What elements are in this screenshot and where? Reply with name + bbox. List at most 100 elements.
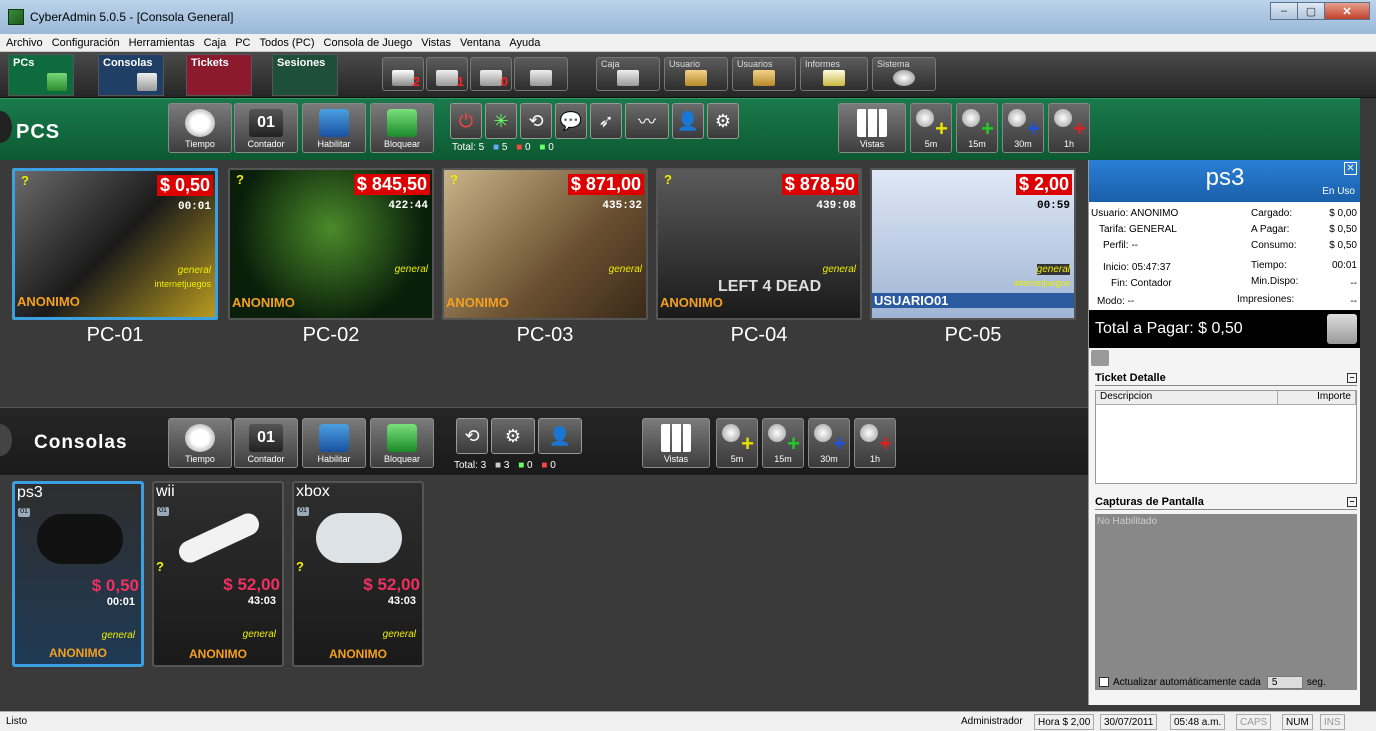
status-date: 30/07/2011: [1100, 714, 1158, 730]
con-contador-button[interactable]: 01 Contador: [234, 418, 298, 468]
pcs-tiempo-button[interactable]: Tiempo: [168, 103, 232, 153]
con-tiempo-button[interactable]: Tiempo: [168, 418, 232, 468]
menu-configuracion[interactable]: Configuración: [52, 37, 120, 49]
tab-sesiones[interactable]: Sesiones: [272, 54, 338, 96]
auto-refresh-select[interactable]: 5: [1266, 675, 1303, 689]
pcs-add-15m-button[interactable]: + 15m: [956, 103, 998, 153]
collapse-icon[interactable]: −: [1347, 373, 1357, 383]
con-add-1h-button[interactable]: + 1h: [854, 418, 896, 468]
detail-info: Usuario: ANONIMO Cargado: $ 0,00 Tarifa:…: [1089, 202, 1361, 310]
con-settings-button[interactable]: ⚙: [491, 418, 535, 454]
pc-thumbnail[interactable]: ? $ 871,00 435:32 general ANONIMO: [442, 168, 648, 320]
print-ticket-button[interactable]: [1327, 314, 1357, 344]
sistema-button[interactable]: Sistema: [872, 57, 936, 91]
pc-extra: internetjuegos: [154, 279, 211, 289]
pc-user: ANONIMO: [446, 295, 509, 310]
menu-ventana[interactable]: Ventana: [460, 37, 500, 49]
console-card[interactable]: xbox 01 ? $ 52,00 43:03 general ANONIMO: [292, 481, 424, 667]
chat-icon[interactable]: [1091, 350, 1109, 366]
blocked-icon: ■: [541, 460, 548, 471]
menu-herramientas[interactable]: Herramientas: [129, 37, 195, 49]
tab-consolas[interactable]: Consolas: [98, 54, 164, 96]
pc-thumbnail[interactable]: ? $ 878,50 439:08 general LEFT 4 DEAD AN…: [656, 168, 862, 320]
col-descripcion[interactable]: Descripcion: [1096, 391, 1278, 405]
menu-todos-pc[interactable]: Todos (PC): [260, 37, 315, 49]
printer-icon: [436, 70, 458, 86]
informes-button[interactable]: Informes: [800, 57, 868, 91]
con-add-30m-button[interactable]: + 30m: [808, 418, 850, 468]
caja-button[interactable]: Caja: [596, 57, 660, 91]
minimize-button[interactable]: –: [1270, 2, 1298, 20]
gauge-icon: [962, 109, 980, 127]
menu-archivo[interactable]: Archivo: [6, 37, 43, 49]
ticket-detail-grid[interactable]: Descripcion Importe: [1095, 390, 1357, 484]
menu-ayuda[interactable]: Ayuda: [509, 37, 540, 49]
console-name: wii: [156, 483, 175, 500]
print-queue-button[interactable]: 2: [382, 57, 424, 91]
con-vistas-button[interactable]: Vistas: [642, 418, 710, 468]
server-button[interactable]: [514, 57, 568, 91]
pcs-add-30m-button[interactable]: + 30m: [1002, 103, 1044, 153]
scanner-button[interactable]: 0: [470, 57, 512, 91]
close-detail-button[interactable]: ✕: [1344, 162, 1357, 175]
auto-refresh-checkbox[interactable]: [1099, 677, 1109, 687]
restart-button[interactable]: ✳: [485, 103, 517, 139]
con-total-blocked: 0: [550, 460, 556, 471]
console-name: ps3: [17, 484, 43, 501]
pcs-add-1h-button[interactable]: + 1h: [1048, 103, 1090, 153]
menu-vistas[interactable]: Vistas: [421, 37, 451, 49]
message-button[interactable]: 💬: [555, 103, 587, 139]
print-count-3: 0: [500, 74, 508, 89]
monitor-activity-button[interactable]: 〰: [625, 103, 669, 139]
print-history-button[interactable]: 1: [426, 57, 468, 91]
menu-pc[interactable]: PC: [235, 37, 250, 49]
vertical-scrollbar[interactable]: [1360, 98, 1376, 711]
con-user-button[interactable]: 👤: [538, 418, 582, 454]
pcs-user-button[interactable]: 👤: [672, 103, 704, 139]
menu-caja[interactable]: Caja: [204, 37, 227, 49]
pcs-habilitar-button[interactable]: Habilitar: [302, 103, 366, 153]
usuario-button[interactable]: Usuario: [664, 57, 728, 91]
pcs-contador-button[interactable]: 01 Contador: [234, 103, 298, 153]
con-habilitar-button[interactable]: Habilitar: [302, 418, 366, 468]
con-total-in-use: 0: [527, 460, 533, 471]
con-add-15m-button[interactable]: + 15m: [762, 418, 804, 468]
info-apagar-value: $ 0,50: [1329, 224, 1357, 235]
console-tarifa: general: [242, 629, 276, 640]
pc-name: PC-03: [516, 324, 574, 346]
tab-pcs[interactable]: PCs: [8, 54, 74, 96]
maximize-button[interactable]: ▢: [1297, 2, 1325, 20]
pc-thumbnail[interactable]: ? $ 0,50 00:01 general internetjuegos AN…: [12, 168, 218, 320]
pc-extra: internetjuegos: [1013, 278, 1070, 288]
window-controls: – ▢ ✕: [1270, 2, 1370, 20]
session-cycle-button[interactable]: ⟲: [520, 103, 552, 139]
info-impresiones-label: Impresiones:: [1237, 294, 1295, 305]
collapse-icon[interactable]: −: [1347, 497, 1357, 507]
power-button[interactable]: ⏻: [450, 103, 482, 139]
con-cycle-button[interactable]: ⟲: [456, 418, 488, 454]
xbox-controller-icon: [316, 513, 402, 563]
informes-label: Informes: [805, 59, 841, 69]
tab-tickets[interactable]: Tickets: [186, 54, 252, 96]
usuarios-button[interactable]: Usuarios: [732, 57, 796, 91]
gauge-icon: [1054, 109, 1072, 127]
pcs-bloquear-button[interactable]: Bloquear: [370, 103, 434, 153]
pcs-tiempo-label: Tiempo: [185, 139, 215, 149]
gauge-icon: [768, 424, 786, 442]
con-add-5m-button[interactable]: + 5m: [716, 418, 758, 468]
pc-price: $ 871,00: [567, 174, 644, 195]
console-card[interactable]: wii 01 ? $ 52,00 43:03 general ANONIMO: [152, 481, 284, 667]
pcs-settings-button[interactable]: ⚙: [707, 103, 739, 139]
menu-consola-de-juego[interactable]: Consola de Juego: [324, 37, 413, 49]
col-importe[interactable]: Importe: [1278, 391, 1356, 405]
pcs-add-5m-button[interactable]: + 5m: [910, 103, 952, 153]
close-window-button[interactable]: ✕: [1324, 2, 1370, 20]
console-user: ANONIMO: [329, 647, 387, 661]
remote-button[interactable]: ➶: [590, 103, 622, 139]
pc-thumbnail[interactable]: $ 2,00 00:59 general internetjuegos USUA…: [870, 168, 1076, 320]
console-price: $ 0,50: [91, 576, 139, 595]
console-card[interactable]: ps3 01 $ 0,50 00:01 general ANONIMO: [12, 481, 144, 667]
pcs-vistas-button[interactable]: Vistas: [838, 103, 906, 153]
con-bloquear-button[interactable]: Bloquear: [370, 418, 434, 468]
pc-thumbnail[interactable]: ? $ 845,50 422:44 general ANONIMO: [228, 168, 434, 320]
